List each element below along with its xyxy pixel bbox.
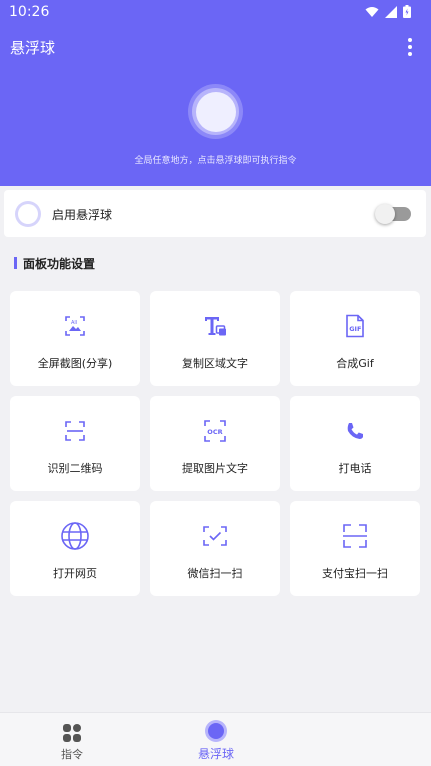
nav-tab-floating-ball[interactable]: 悬浮球 (180, 713, 252, 766)
tile-alipay-scan[interactable]: 支付宝扫一扫 (290, 501, 420, 596)
enable-toggle[interactable] (375, 204, 411, 224)
gif-icon: GIF (340, 311, 370, 341)
tile-wechat-scan[interactable]: 微信扫一扫 (150, 501, 280, 596)
svg-text:OCR: OCR (207, 428, 222, 436)
tile-label: 打开网页 (53, 567, 97, 580)
tile-label: 识别二维码 (47, 462, 103, 475)
svg-text:GIF: GIF (349, 325, 361, 333)
enable-floating-ball-row[interactable]: 启用悬浮球 (4, 190, 426, 237)
more-options-button[interactable] (403, 36, 417, 58)
tile-fullscreen-screenshot[interactable]: All 全屏截图(分享) (10, 291, 140, 386)
svg-text:All: All (71, 320, 77, 326)
page-title: 悬浮球 (10, 39, 56, 57)
status-icons (365, 5, 411, 18)
tile-extract-image-text[interactable]: OCR 提取图片文字 (150, 396, 280, 491)
more-dot-icon (408, 45, 412, 49)
grid-icon (63, 724, 81, 742)
ocr-icon: OCR (200, 416, 230, 446)
floating-ball-icon (205, 720, 227, 742)
tile-label: 提取图片文字 (182, 462, 248, 475)
more-dot-icon (408, 52, 412, 56)
tile-label: 复制区域文字 (182, 357, 248, 370)
tile-label: 微信扫一扫 (187, 567, 243, 580)
nav-label: 指令 (61, 748, 83, 761)
section-header: 面板功能设置 (14, 256, 96, 271)
qr-scan-icon (60, 416, 90, 446)
status-bar: 10:26 (0, 0, 431, 26)
globe-icon (60, 521, 90, 551)
floating-ball-core (195, 91, 236, 132)
section-title: 面板功能设置 (23, 256, 96, 271)
toggle-knob (375, 204, 395, 224)
tile-label: 全屏截图(分享) (37, 357, 113, 370)
function-grid: All 全屏截图(分享) 复制区域文字 GIF 合成Gif 识别二维码 OCR … (10, 291, 421, 596)
tile-scan-qr[interactable]: 识别二维码 (10, 396, 140, 491)
bottom-navigation: 指令 悬浮球 (0, 712, 431, 766)
tile-copy-area-text[interactable]: 复制区域文字 (150, 291, 280, 386)
more-dot-icon (408, 38, 412, 42)
floating-ball-preview[interactable] (188, 84, 243, 139)
floating-ball-ring (192, 88, 239, 135)
section-accent-bar (14, 257, 17, 269)
signal-icon (385, 5, 397, 18)
floating-ball-icon (15, 201, 41, 227)
status-time: 10:26 (9, 4, 50, 20)
phone-icon (340, 416, 370, 446)
nav-tab-commands[interactable]: 指令 (40, 713, 104, 766)
header: 10:26 悬浮球 全局任意地方，点击悬浮球即可执行指令 (0, 0, 431, 186)
tile-label: 合成Gif (336, 357, 374, 370)
tile-label: 打电话 (338, 462, 372, 475)
screenshot-icon: All (60, 311, 90, 341)
tile-compose-gif[interactable]: GIF 合成Gif (290, 291, 420, 386)
hint-text: 全局任意地方，点击悬浮球即可执行指令 (134, 156, 297, 166)
text-copy-icon (200, 311, 230, 341)
wechat-scan-icon (200, 521, 230, 551)
wifi-icon (365, 6, 379, 17)
tile-label: 支付宝扫一扫 (322, 567, 388, 580)
tile-phone-call[interactable]: 打电话 (290, 396, 420, 491)
alipay-scan-icon (340, 521, 370, 551)
nav-label: 悬浮球 (197, 747, 234, 761)
battery-icon (403, 5, 411, 18)
enable-label: 启用悬浮球 (52, 208, 113, 222)
tile-open-webpage[interactable]: 打开网页 (10, 501, 140, 596)
